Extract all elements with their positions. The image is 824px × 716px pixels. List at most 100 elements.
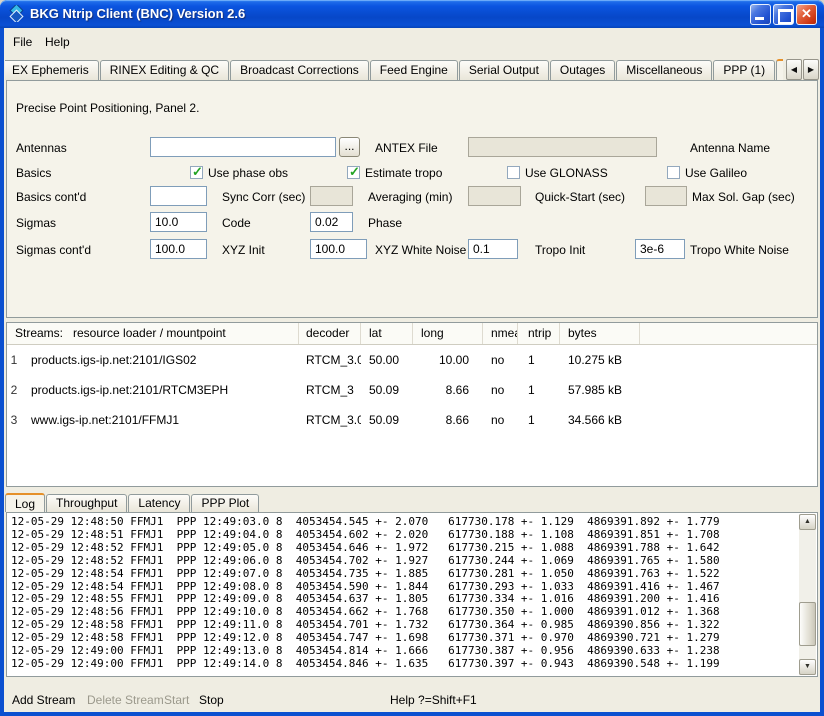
tab-latency[interactable]: Latency	[128, 494, 190, 512]
log-line: 12-05-29 12:48:50 FFMJ1 PPP 12:49:03.0 8…	[11, 516, 797, 529]
header-lat: lat	[361, 323, 413, 344]
tropo-white-noise-input[interactable]	[635, 239, 685, 259]
add-stream-button[interactable]: Add Stream	[12, 693, 75, 707]
tab-throughput[interactable]: Throughput	[46, 494, 127, 512]
header-bytes: bytes	[560, 323, 640, 344]
row-number: 2	[7, 375, 21, 405]
basics-label: Basics	[16, 166, 51, 180]
minimize-button[interactable]	[750, 4, 771, 25]
tab-rinex-ephemeris[interactable]: EX Ephemeris	[5, 60, 99, 80]
basics-contd-label: Basics cont'd	[16, 190, 86, 204]
log-scrollbar[interactable]: ▲ ▼	[799, 514, 816, 675]
menu-help[interactable]: Help	[40, 33, 75, 51]
sigma-code-input[interactable]	[150, 212, 207, 232]
use-phase-obs-checkbox[interactable]	[190, 166, 203, 179]
use-galileo-checkbox[interactable]	[667, 166, 680, 179]
stop-button[interactable]: Stop	[199, 693, 224, 707]
tab-broadcast-corrections[interactable]: Broadcast Corrections	[230, 60, 369, 80]
sync-corr-input[interactable]	[150, 186, 207, 206]
tab-miscellaneous[interactable]: Miscellaneous	[616, 60, 712, 80]
quick-start-label: Quick-Start (sec)	[535, 190, 625, 204]
tab-rinex-editing-qc[interactable]: RINEX Editing & QC	[100, 60, 229, 80]
cell-bytes: 57.985 kB	[560, 375, 640, 405]
header-decoder: decoder	[299, 323, 361, 344]
cell-nmea: no	[483, 375, 518, 405]
use-phase-obs-label: Use phase obs	[208, 166, 288, 180]
header-nmea: nmea	[483, 323, 518, 344]
cell-mountpoint: www.igs-ip.net:2101/FFMJ1	[21, 405, 299, 435]
xyz-init-input[interactable]	[150, 239, 207, 259]
scrollbar-thumb[interactable]	[799, 602, 816, 646]
sigma-phase-input[interactable]	[310, 212, 353, 232]
tab-outages[interactable]: Outages	[550, 60, 615, 80]
cell-ntrip: 1	[518, 345, 560, 375]
delete-stream-button: Delete Stream	[87, 693, 164, 707]
tropo-white-noise-label: Tropo White Noise	[690, 243, 789, 257]
tab-scroll-right-icon[interactable]: ▶	[803, 59, 819, 80]
estimate-tropo-checkbox[interactable]	[347, 166, 360, 179]
log-line: 12-05-29 12:48:54 FFMJ1 PPP 12:49:07.0 8…	[11, 568, 797, 581]
log-line: 12-05-29 12:49:00 FFMJ1 PPP 12:49:14.0 8…	[11, 658, 797, 671]
sync-corr-label: Sync Corr (sec)	[222, 190, 305, 204]
streams-table: Streams: resource loader / mountpoint de…	[6, 322, 818, 487]
use-glonass-label: Use GLONASS	[525, 166, 608, 180]
tropo-init-label: Tropo Init	[535, 243, 585, 257]
table-row[interactable]: 3 www.igs-ip.net:2101/FFMJ1 RTCM_3.0 50.…	[7, 405, 817, 435]
log-pane[interactable]: 12-05-29 12:48:50 FFMJ1 PPP 12:49:03.0 8…	[6, 512, 818, 677]
tab-feed-engine[interactable]: Feed Engine	[370, 60, 458, 80]
title-bar[interactable]: BKG Ntrip Client (BNC) Version 2.6	[0, 0, 824, 28]
tab-scroll-left-icon[interactable]: ◀	[786, 59, 802, 80]
log-line: 12-05-29 12:48:51 FFMJ1 PPP 12:49:04.0 8…	[11, 529, 797, 542]
cell-decoder: RTCM_3.0	[299, 405, 361, 435]
antennas-input[interactable]	[150, 137, 336, 157]
log-line: 12-05-29 12:48:52 FFMJ1 PPP 12:49:06.0 8…	[11, 555, 797, 568]
cell-bytes: 10.275 kB	[560, 345, 640, 375]
antex-file-input	[468, 137, 657, 157]
sigmas-contd-label: Sigmas cont'd	[16, 243, 91, 257]
averaging-input	[310, 186, 353, 206]
table-row[interactable]: 1 products.igs-ip.net:2101/IGS02 RTCM_3.…	[7, 345, 817, 375]
xyz-white-noise-input[interactable]	[310, 239, 367, 259]
scroll-up-icon[interactable]: ▲	[799, 514, 816, 530]
cell-nmea: no	[483, 345, 518, 375]
tab-log[interactable]: Log	[5, 493, 45, 512]
sigmas-label: Sigmas	[16, 216, 56, 230]
tab-ppp-plot[interactable]: PPP Plot	[191, 494, 259, 512]
cell-ntrip: 1	[518, 375, 560, 405]
cell-mountpoint: products.igs-ip.net:2101/IGS02	[21, 345, 299, 375]
log-line: 12-05-29 12:48:52 FFMJ1 PPP 12:49:05.0 8…	[11, 542, 797, 555]
tab-ppp-1[interactable]: PPP (1)	[713, 60, 775, 80]
cell-mountpoint: products.igs-ip.net:2101/RTCM3EPH	[21, 375, 299, 405]
antex-browse-button[interactable]: ...	[339, 137, 360, 157]
cell-bytes: 34.566 kB	[560, 405, 640, 435]
header-mountpoint: Streams: resource loader / mountpoint	[7, 323, 299, 344]
app-window: BKG Ntrip Client (BNC) Version 2.6 File …	[0, 0, 824, 716]
menu-file[interactable]: File	[8, 33, 37, 51]
row-number: 1	[7, 345, 21, 375]
scroll-down-icon[interactable]: ▼	[799, 659, 816, 675]
cell-decoder: RTCM_3.0	[299, 345, 361, 375]
tab-serial-output[interactable]: Serial Output	[459, 60, 549, 80]
tab-ppp-2[interactable]: PPP (2)	[776, 59, 783, 80]
close-button[interactable]	[796, 4, 817, 25]
row-number: 3	[7, 405, 21, 435]
top-tab-bar: EX Ephemeris RINEX Editing & QC Broadcas…	[5, 57, 783, 80]
maximize-button[interactable]	[773, 4, 794, 25]
cell-nmea: no	[483, 405, 518, 435]
use-glonass-checkbox[interactable]	[507, 166, 520, 179]
cell-long: 10.00	[413, 345, 483, 375]
tropo-init-input[interactable]	[468, 239, 518, 259]
table-row[interactable]: 2 products.igs-ip.net:2101/RTCM3EPH RTCM…	[7, 375, 817, 405]
xyz-init-label: XYZ Init	[222, 243, 265, 257]
code-label: Code	[222, 216, 251, 230]
use-galileo-label: Use Galileo	[685, 166, 747, 180]
quick-start-input	[468, 186, 521, 206]
phase-label: Phase	[368, 216, 402, 230]
cell-decoder: RTCM_3	[299, 375, 361, 405]
cell-lat: 50.09	[361, 405, 413, 435]
header-ntrip: ntrip	[518, 323, 560, 344]
cell-lat: 50.00	[361, 345, 413, 375]
help-hint: Help ?=Shift+F1	[390, 693, 477, 707]
xyz-white-noise-label: XYZ White Noise	[375, 243, 466, 257]
cell-long: 8.66	[413, 375, 483, 405]
